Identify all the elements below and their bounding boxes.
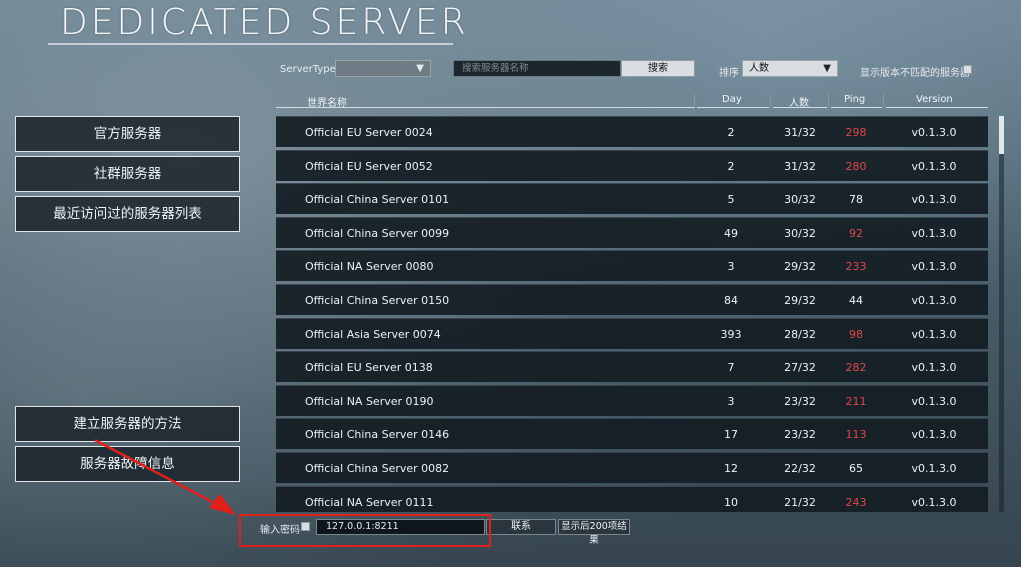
annotation-arrow-icon	[94, 438, 236, 515]
